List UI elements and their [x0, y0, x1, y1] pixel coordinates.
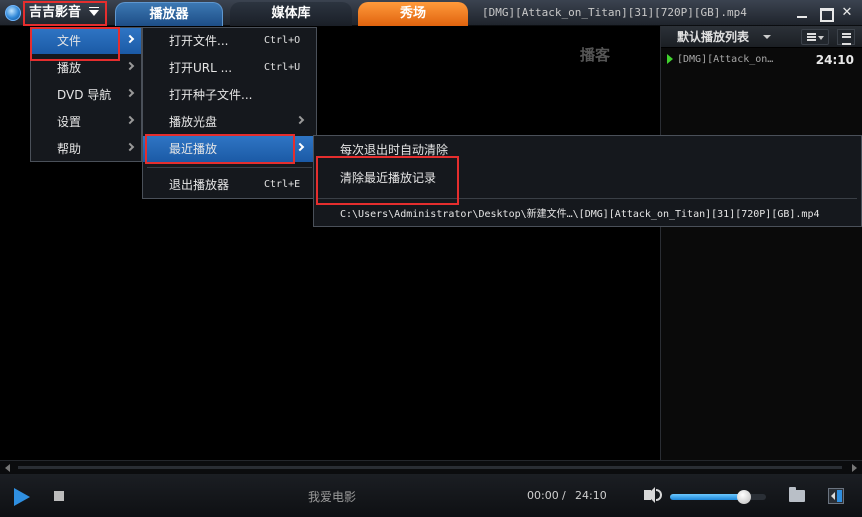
file-menu: 打开文件... Ctrl+O 打开URL ... Ctrl+U 打开种子文件..…: [142, 27, 317, 199]
menu-separator: [147, 167, 312, 168]
play-icon[interactable]: [14, 488, 30, 506]
control-bar: 我爱电影 00:00 / 24:10: [0, 474, 862, 517]
chevron-right-icon: [125, 115, 135, 125]
highlight-box: [316, 156, 459, 205]
speaker-icon[interactable]: [644, 487, 655, 503]
highlight-box: [145, 134, 295, 164]
chevron-right-icon: [295, 142, 305, 152]
playlist-sort-button[interactable]: [801, 29, 829, 45]
menu-item-label: 退出播放器: [169, 178, 230, 192]
menu-item-label: 播放光盘: [169, 115, 218, 129]
volume-slider[interactable]: [670, 490, 766, 504]
menu-item-play-disc[interactable]: 播放光盘: [143, 109, 316, 135]
menu-item-open-torrent[interactable]: 打开种子文件...: [143, 82, 316, 108]
menu-item-exit[interactable]: 退出播放器 Ctrl+E: [143, 172, 316, 198]
status-text: 我爱电影: [308, 490, 357, 504]
seek-back-icon[interactable]: [5, 464, 10, 472]
seek-forward-icon[interactable]: [852, 464, 857, 472]
highlight-box: [23, 1, 107, 26]
menu-item-open-file[interactable]: 打开文件... Ctrl+O: [143, 28, 316, 54]
list-icon: [807, 33, 816, 41]
chevron-down-icon: [818, 36, 824, 40]
volume-knob[interactable]: [736, 490, 751, 504]
chevron-right-icon: [125, 142, 135, 152]
playlist-header: 默认播放列表: [661, 26, 862, 48]
window-title: [DMG][Attack_on_Titan][31][720P][GB].mp4: [482, 6, 747, 19]
tab-show[interactable]: 秀场: [358, 2, 468, 26]
menu-item-label: 打开文件...: [169, 34, 229, 48]
highlight-box: [30, 27, 120, 61]
minimize-button[interactable]: [793, 4, 811, 22]
chevron-right-icon: [125, 34, 135, 44]
menu-item-label: 打开URL ...: [169, 61, 233, 75]
playlist-item-duration: 24:10: [815, 53, 854, 67]
menu-item-label: C:\Users\Administrator\Desktop\新建文件…\[DM…: [340, 209, 820, 220]
menu-item-label: 帮助: [57, 142, 82, 156]
playlist-title[interactable]: 默认播放列表: [677, 26, 749, 48]
menu-item-label: DVD 导航: [57, 88, 112, 102]
playing-indicator-icon: [667, 54, 673, 64]
menu-item-settings[interactable]: 设置: [31, 109, 141, 135]
toggle-playlist-icon[interactable]: [828, 488, 844, 504]
stop-icon[interactable]: [54, 491, 64, 501]
chevron-right-icon: [295, 115, 305, 125]
chevron-down-icon[interactable]: [763, 35, 771, 39]
menu-item-label: 每次退出时自动清除: [340, 143, 449, 157]
volume-fill: [670, 494, 744, 500]
playlist-item[interactable]: [DMG][Attack_on… 24:10: [661, 52, 862, 68]
chevron-right-icon: [125, 61, 135, 71]
title-bar: 吉吉影音 播放器 媒体库 秀场 [DMG][Attack_on_Titan][3…: [0, 0, 862, 26]
menu-item-shortcut: Ctrl+U: [264, 62, 301, 73]
app-logo-icon[interactable]: [5, 5, 21, 21]
folder-icon[interactable]: [789, 487, 805, 502]
playlist-item-name: [DMG][Attack_on…: [677, 54, 774, 65]
playlist-panel: 默认播放列表 [DMG][Attack_on… 24:10: [660, 26, 862, 460]
video-watermark: 播客: [580, 46, 611, 64]
time-separator: /: [562, 489, 566, 502]
menu-item-open-url[interactable]: 打开URL ... Ctrl+U: [143, 55, 316, 81]
time-current: 00:00: [527, 489, 559, 502]
menu-item-shortcut: Ctrl+O: [264, 35, 301, 46]
close-button[interactable]: ✕: [838, 4, 856, 22]
seek-bar[interactable]: [0, 460, 862, 474]
time-total: 24:10: [575, 489, 607, 502]
chevron-right-icon: [125, 88, 135, 98]
seek-track[interactable]: [18, 466, 842, 469]
menu-item-label: 播放: [57, 61, 82, 75]
maximize-button[interactable]: [816, 4, 834, 22]
menu-item-label: 设置: [57, 115, 82, 129]
volume-wave-icon: [656, 489, 662, 501]
menu-item-dvd-nav[interactable]: DVD 导航: [31, 82, 141, 108]
menu-item-shortcut: Ctrl+E: [264, 179, 301, 190]
playlist-menu-button[interactable]: [837, 29, 855, 45]
menu-item-help[interactable]: 帮助: [31, 136, 141, 162]
tab-player[interactable]: 播放器: [115, 2, 223, 26]
tab-media-library[interactable]: 媒体库: [230, 2, 352, 26]
menu-item-label: 打开种子文件...: [169, 88, 253, 102]
